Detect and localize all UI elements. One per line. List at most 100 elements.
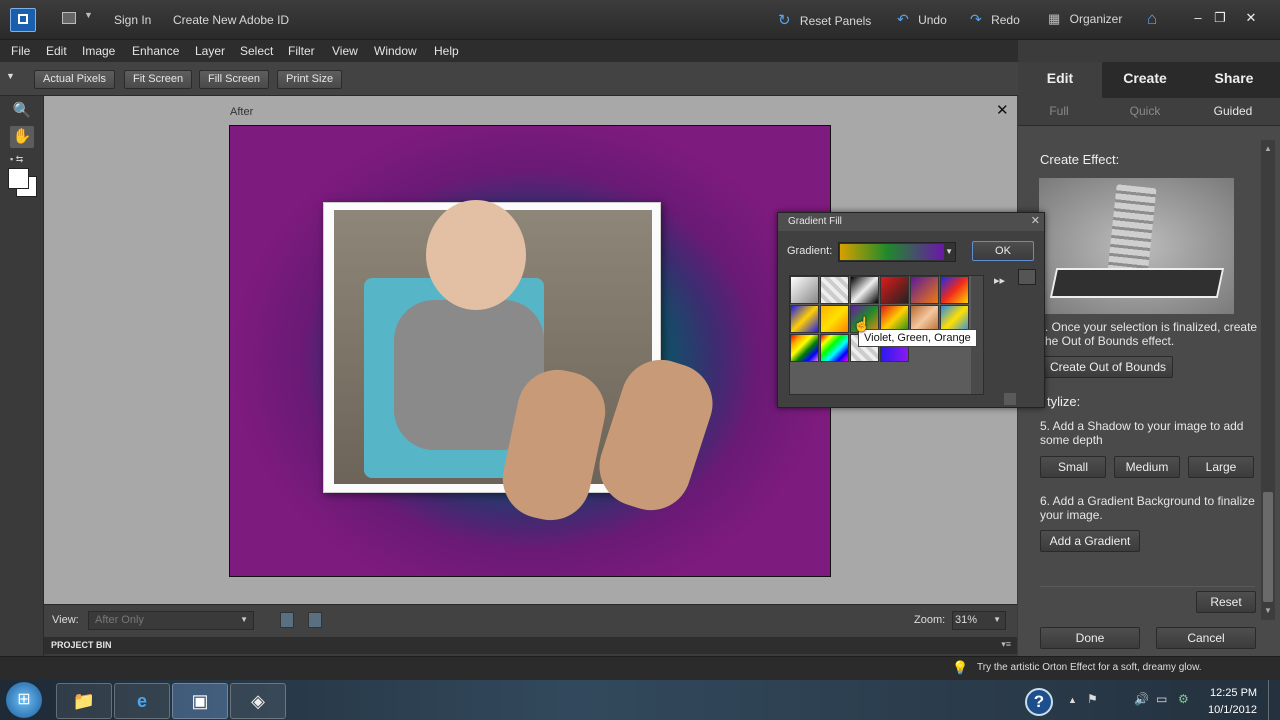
explorer-taskbar-icon[interactable]: 📁: [56, 683, 112, 719]
status-tip: Try the artistic Orton Effect for a soft…: [977, 662, 1202, 673]
options-menu-arrow-icon[interactable]: ▼: [6, 71, 15, 81]
swatch-6[interactable]: [940, 276, 969, 304]
sync-zoom-icon[interactable]: [308, 612, 322, 628]
dialog-close-icon[interactable]: ✕: [1031, 214, 1040, 227]
tab-create[interactable]: Create: [1102, 62, 1188, 98]
reset-icon: ↻: [778, 12, 791, 29]
create-adobe-id-link[interactable]: Create New Adobe ID: [173, 13, 289, 27]
organizer-taskbar-icon[interactable]: ◈: [230, 683, 286, 719]
close-icon[interactable]: ✕: [1241, 9, 1261, 29]
menu-file[interactable]: File: [11, 44, 30, 58]
scroll-thumb[interactable]: [1263, 492, 1273, 602]
swatch-1[interactable]: [790, 276, 819, 304]
minimize-icon[interactable]: –: [1188, 9, 1208, 29]
network-icon[interactable]: ▭: [1156, 692, 1167, 706]
zoom-field[interactable]: 31% ▼: [952, 611, 1006, 630]
step5-text: 5. Add a Shadow to your image to add som…: [1040, 419, 1244, 447]
swatch-menu-icon[interactable]: ▸▸: [994, 274, 1005, 287]
gradient-dropdown-arrow-icon: ▼: [945, 247, 953, 256]
extra-button-stub[interactable]: [1018, 269, 1036, 285]
show-desktop-button[interactable]: [1268, 680, 1280, 720]
menu-edit[interactable]: Edit: [46, 44, 67, 58]
swatch-7[interactable]: [790, 305, 819, 333]
menu-enhance[interactable]: Enhance: [132, 44, 179, 58]
help-icon[interactable]: ?: [1025, 688, 1053, 716]
home-icon[interactable]: ⌂: [1147, 9, 1157, 29]
actual-pixels-button[interactable]: Actual Pixels: [34, 70, 115, 89]
lightbulb-icon: 💡: [952, 660, 969, 675]
photoshop-elements-taskbar-icon[interactable]: ▣: [172, 683, 228, 719]
bin-menu-icon[interactable]: ▾≡: [1001, 639, 1011, 650]
organizer-button[interactable]: ▦ Organizer: [1048, 11, 1122, 27]
panel-scrollbar[interactable]: ▲ ▼: [1261, 140, 1275, 620]
swatch-3[interactable]: [850, 276, 879, 304]
done-button[interactable]: Done: [1040, 627, 1140, 649]
start-button-icon[interactable]: ⊞: [6, 682, 42, 718]
action-center-flag-icon[interactable]: ⚑: [1087, 692, 1098, 706]
document-bottom-bar: View: After Only ▼ Zoom: 31% ▼: [44, 604, 1017, 637]
left-shoe-shape: [495, 362, 613, 528]
tab-edit[interactable]: Edit: [1018, 62, 1102, 98]
swatch-5[interactable]: [910, 276, 939, 304]
project-bin-bar[interactable]: PROJECT BIN ▾≡: [44, 637, 1017, 654]
menu-image[interactable]: Image: [82, 44, 115, 58]
ok-button[interactable]: OK: [972, 241, 1034, 261]
swatch-8[interactable]: [820, 305, 849, 333]
stylize-heading: tylize:: [1047, 394, 1081, 409]
tray-expand-icon[interactable]: ▲: [1068, 695, 1077, 705]
menu-window[interactable]: Window: [374, 44, 417, 58]
undo-button[interactable]: ↶ Undo: [897, 11, 947, 28]
foreground-color-swatch[interactable]: [8, 168, 29, 189]
create-out-of-bounds-button[interactable]: Create Out of Bounds: [1043, 356, 1173, 378]
sync-panning-icon[interactable]: [280, 612, 294, 628]
view-label: View:: [52, 614, 79, 626]
shadow-large-button[interactable]: Large: [1188, 456, 1254, 478]
reset-button[interactable]: Reset: [1196, 591, 1256, 613]
swatch-13[interactable]: [790, 334, 819, 362]
effect-preview-image: [1039, 178, 1234, 314]
view-dropdown[interactable]: After Only ▼: [88, 611, 254, 630]
tab-share[interactable]: Share: [1188, 62, 1280, 98]
swatch-2[interactable]: [820, 276, 849, 304]
internet-explorer-taskbar-icon[interactable]: e: [114, 683, 170, 719]
redo-button[interactable]: ↷ Redo: [970, 11, 1020, 28]
sign-in-link[interactable]: Sign In: [114, 13, 151, 27]
hand-tool-icon[interactable]: ✋: [10, 126, 34, 148]
scroll-up-icon[interactable]: ▲: [1264, 144, 1272, 153]
add-gradient-button[interactable]: Add a Gradient: [1040, 530, 1140, 552]
out-of-bounds-feet: [495, 349, 723, 528]
print-size-button[interactable]: Print Size: [277, 70, 343, 89]
menu-filter[interactable]: Filter: [288, 44, 315, 58]
menu-help[interactable]: Help: [434, 44, 459, 58]
subtab-full[interactable]: Full: [1018, 98, 1100, 126]
reset-panels-button[interactable]: ↻ Reset Panels: [778, 11, 871, 29]
dialog-resize-handle[interactable]: [1004, 393, 1016, 405]
menu-layer[interactable]: Layer: [195, 44, 225, 58]
subtab-quick[interactable]: Quick: [1102, 98, 1188, 126]
zoom-tool-icon[interactable]: 🔍: [10, 100, 34, 122]
zoom-value: 31%: [955, 614, 978, 626]
shadow-small-button[interactable]: Small: [1040, 456, 1106, 478]
dialog-titlebar[interactable]: Gradient Fill ✕: [778, 213, 1044, 231]
scroll-down-icon[interactable]: ▼: [1264, 606, 1272, 615]
close-document-icon[interactable]: ✕: [996, 101, 1009, 119]
swatch-4[interactable]: [880, 276, 909, 304]
fill-screen-button[interactable]: Fill Screen: [199, 70, 269, 89]
dialog-title: Gradient Fill: [788, 216, 842, 227]
fit-screen-button[interactable]: Fit Screen: [124, 70, 193, 89]
cancel-button[interactable]: Cancel: [1156, 627, 1256, 649]
shadow-medium-button[interactable]: Medium: [1114, 456, 1180, 478]
volume-icon[interactable]: 🔊: [1134, 692, 1149, 706]
clock-date[interactable]: 10/1/2012: [1208, 704, 1257, 716]
menu-view[interactable]: View: [332, 44, 358, 58]
security-icon[interactable]: ⚙: [1178, 692, 1189, 706]
swatch-14[interactable]: [820, 334, 849, 362]
color-swap-icon[interactable]: ▪ ⇆: [10, 154, 23, 165]
workspace-layout-button[interactable]: ▼: [62, 10, 93, 28]
subtab-guided[interactable]: Guided: [1190, 98, 1276, 126]
restore-icon[interactable]: ❐: [1210, 9, 1230, 29]
clock-time[interactable]: 12:25 PM: [1210, 687, 1257, 699]
gradient-picker[interactable]: ▼: [838, 242, 956, 262]
menu-select[interactable]: Select: [240, 44, 273, 58]
redo-icon: ↷: [970, 11, 982, 27]
